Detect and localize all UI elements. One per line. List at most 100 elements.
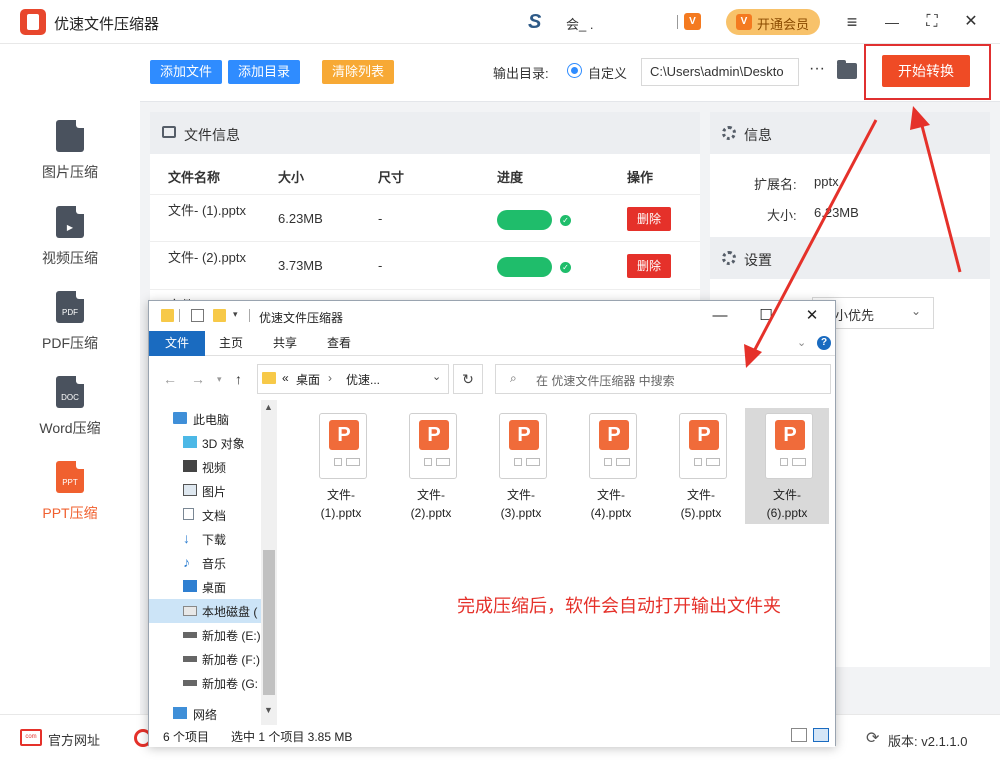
forward-arrow-icon[interactable]: → bbox=[191, 371, 205, 387]
nav-item-3d-objects[interactable]: 3D 对象 bbox=[149, 431, 261, 455]
extension-value: pptx bbox=[814, 174, 839, 189]
output-path-input[interactable]: C:\Users\admin\Deskto bbox=[641, 58, 799, 86]
breadcrumb-desktop[interactable]: 桌面 bbox=[296, 371, 320, 388]
nav-item-desktop[interactable]: 桌面 bbox=[149, 575, 261, 599]
tab-share[interactable]: 共享 bbox=[263, 331, 307, 356]
tab-home[interactable]: 主页 bbox=[209, 331, 253, 356]
sidebar-item-label: PDF压缩 bbox=[42, 335, 98, 351]
sidebar-item-ppt[interactable]: PPT PPT压缩 bbox=[0, 461, 140, 541]
scroll-thumb[interactable] bbox=[263, 550, 275, 695]
tab-file[interactable]: 文件 bbox=[149, 331, 205, 356]
file-name: 文件- (4).pptx bbox=[590, 488, 632, 520]
ribbon-expand-icon[interactable]: ⌄ bbox=[797, 336, 806, 349]
nav-item-documents[interactable]: 文档 bbox=[149, 503, 261, 527]
update-icon[interactable]: ⟳ bbox=[866, 728, 879, 748]
progress-bar bbox=[497, 257, 552, 277]
clear-list-button[interactable]: 清除列表 bbox=[322, 60, 394, 84]
delete-button[interactable]: 删除 bbox=[627, 207, 671, 231]
column-header-dimension: 尺寸 bbox=[378, 170, 405, 185]
add-directory-button[interactable]: 添加目录 bbox=[228, 60, 300, 84]
nav-item-label: 网络 bbox=[193, 708, 218, 722]
up-arrow-icon[interactable]: ↑ bbox=[235, 371, 242, 387]
close-button[interactable]: ✕ bbox=[959, 10, 983, 34]
open-folder-icon[interactable] bbox=[837, 60, 857, 79]
help-icon[interactable]: ? bbox=[817, 336, 831, 350]
scroll-up-icon[interactable]: ▲ bbox=[264, 402, 273, 412]
menu-icon[interactable]: ≡ bbox=[840, 10, 864, 34]
large-icons-view-icon[interactable] bbox=[813, 728, 829, 742]
file-item[interactable]: P 文件- (1).pptx bbox=[299, 408, 383, 524]
custom-radio[interactable] bbox=[567, 63, 582, 78]
gear-icon bbox=[722, 126, 736, 140]
delete-button[interactable]: 删除 bbox=[627, 254, 671, 278]
sidebar-item-pdf[interactable]: PDF PDF压缩 bbox=[0, 291, 140, 371]
nav-item-drive-g[interactable]: 新加卷 (G: bbox=[149, 671, 261, 695]
customize-qa-icon[interactable]: ▾ bbox=[233, 309, 246, 322]
file-item[interactable]: P 文件- (2).pptx bbox=[389, 408, 473, 524]
back-arrow-icon[interactable]: ← bbox=[163, 371, 177, 387]
nav-item-pictures[interactable]: 图片 bbox=[149, 479, 261, 503]
official-site-link[interactable]: 官方网址 bbox=[48, 730, 100, 749]
address-bar[interactable]: « 桌面 › 优速... ⌄ bbox=[257, 364, 449, 394]
toolbar: 添加文件 添加目录 清除列表 输出目录: 自定义 C:\Users\admin\… bbox=[140, 44, 1000, 102]
more-options-button[interactable]: ··· bbox=[807, 58, 827, 84]
music-icon: ♪ bbox=[183, 554, 190, 570]
info-panel: 信息 扩展名: pptx 大小: 6.23MB bbox=[710, 112, 990, 247]
file-item[interactable]: P 文件- (3).pptx bbox=[479, 408, 563, 524]
scroll-down-icon[interactable]: ▼ bbox=[264, 705, 273, 715]
maximize-button[interactable]: ⛶ bbox=[920, 10, 944, 34]
info-header: 信息 bbox=[710, 112, 990, 154]
vip-badge-icon: V bbox=[684, 13, 701, 30]
explorer-maximize-button[interactable]: ☐ bbox=[755, 305, 777, 327]
add-file-button[interactable]: 添加文件 bbox=[150, 60, 222, 84]
explorer-close-button[interactable]: ✕ bbox=[801, 305, 823, 327]
refresh-button[interactable]: ↻ bbox=[453, 364, 483, 394]
nav-item-network[interactable]: 网络 bbox=[149, 702, 261, 726]
video-file-icon: ▶ bbox=[56, 206, 84, 238]
properties-icon[interactable] bbox=[191, 309, 204, 322]
explorer-minimize-button[interactable]: — bbox=[709, 305, 731, 327]
sidebar-item-word[interactable]: DOC Word压缩 bbox=[0, 376, 140, 456]
search-input[interactable]: ⌕ 在 优速文件压缩器 中搜索 bbox=[495, 364, 831, 394]
nav-item-local-disk[interactable]: 本地磁盘 ( bbox=[149, 599, 261, 623]
table-row[interactable]: 文件- (2).pptx 3.73MB - ✓ 删除 bbox=[150, 242, 700, 290]
start-convert-button[interactable]: 开始转换 bbox=[882, 55, 970, 87]
chevron-down-icon[interactable]: ⌄ bbox=[432, 370, 441, 383]
minimize-button[interactable]: — bbox=[880, 10, 904, 34]
nav-item-label: 音乐 bbox=[202, 557, 227, 571]
folder-icon bbox=[262, 372, 276, 384]
details-view-icon[interactable] bbox=[791, 728, 807, 742]
folder-icon bbox=[161, 309, 174, 322]
settings-title: 设置 bbox=[744, 252, 772, 268]
file-explorer-window: ▾ 优速文件压缩器 — ☐ ✕ 文件 主页 共享 查看 ⌄ ? ← → ▾ ↑ … bbox=[148, 300, 836, 747]
nav-scrollbar[interactable]: ▲ ▼ bbox=[261, 400, 277, 725]
breadcrumb-folder[interactable]: 优速... bbox=[346, 371, 380, 388]
nav-item-drive-f[interactable]: 新加卷 (F:) bbox=[149, 647, 261, 671]
nav-item-label: 下载 bbox=[202, 533, 227, 547]
nav-item-downloads[interactable]: ↓ 下载 bbox=[149, 527, 261, 551]
sidebar-item-video[interactable]: ▶ 视频压缩 bbox=[0, 206, 140, 286]
documents-icon bbox=[183, 508, 194, 520]
recent-dropdown-icon[interactable]: ▾ bbox=[217, 374, 222, 385]
vip-button[interactable]: V 开通会员 bbox=[726, 9, 820, 35]
divider bbox=[249, 309, 250, 322]
file-item[interactable]: P 文件- (4).pptx bbox=[569, 408, 653, 524]
user-name[interactable]: 会_ . bbox=[566, 14, 593, 33]
table-row[interactable]: 文件- (1).pptx 6.23MB - ✓ 删除 bbox=[150, 194, 700, 242]
nav-item-videos[interactable]: 视频 bbox=[149, 455, 261, 479]
file-dimension-cell: - bbox=[378, 211, 383, 226]
file-item-selected[interactable]: P 文件- (6).pptx bbox=[745, 408, 829, 524]
nav-item-label: 桌面 bbox=[202, 581, 227, 595]
drive-icon bbox=[183, 680, 197, 686]
sidebar-item-image[interactable]: 图片压缩 bbox=[0, 120, 140, 200]
nav-item-this-pc[interactable]: 此电脑 bbox=[149, 407, 261, 431]
nav-item-drive-e[interactable]: 新加卷 (E:) bbox=[149, 623, 261, 647]
ppt-file-icon: PPT bbox=[56, 461, 84, 493]
file-item[interactable]: P 文件- (5).pptx bbox=[659, 408, 743, 524]
tab-view[interactable]: 查看 bbox=[317, 331, 361, 356]
desktop-icon bbox=[183, 580, 197, 592]
divider bbox=[179, 309, 180, 322]
new-folder-icon[interactable] bbox=[213, 309, 226, 322]
nav-item-music[interactable]: ♪ 音乐 bbox=[149, 551, 261, 575]
custom-radio-label[interactable]: 自定义 bbox=[588, 63, 627, 82]
